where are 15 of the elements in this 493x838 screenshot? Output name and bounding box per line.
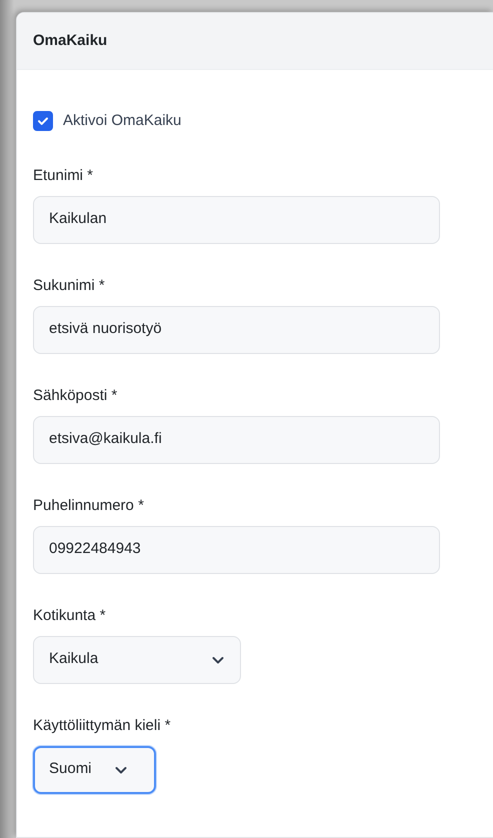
field-label: Käyttöliittymän kieli * <box>33 716 172 736</box>
input-field[interactable]: 09922484943 <box>33 526 440 574</box>
input-field[interactable]: etsiva@kaikula.fi <box>33 416 440 464</box>
input-field[interactable]: Kaikulan <box>33 196 440 244</box>
field-label: Puhelinnumero * <box>33 496 145 516</box>
checkbox[interactable] <box>33 111 53 132</box>
checkbox-label: Aktivoi OmaKaiku <box>63 111 182 131</box>
select-field[interactable]: Kaikula <box>33 636 241 684</box>
field-label: Kotikunta * <box>33 606 107 626</box>
card-title: OmaKaiku <box>33 30 108 51</box>
field-label: Etunimi * <box>33 166 94 186</box>
field-label: Sähköposti * <box>33 386 118 406</box>
select-field[interactable]: Suomi <box>33 746 156 794</box>
input-field[interactable]: etsivä nuorisotyö <box>33 306 440 354</box>
field-label: Sukunimi * <box>33 276 106 296</box>
